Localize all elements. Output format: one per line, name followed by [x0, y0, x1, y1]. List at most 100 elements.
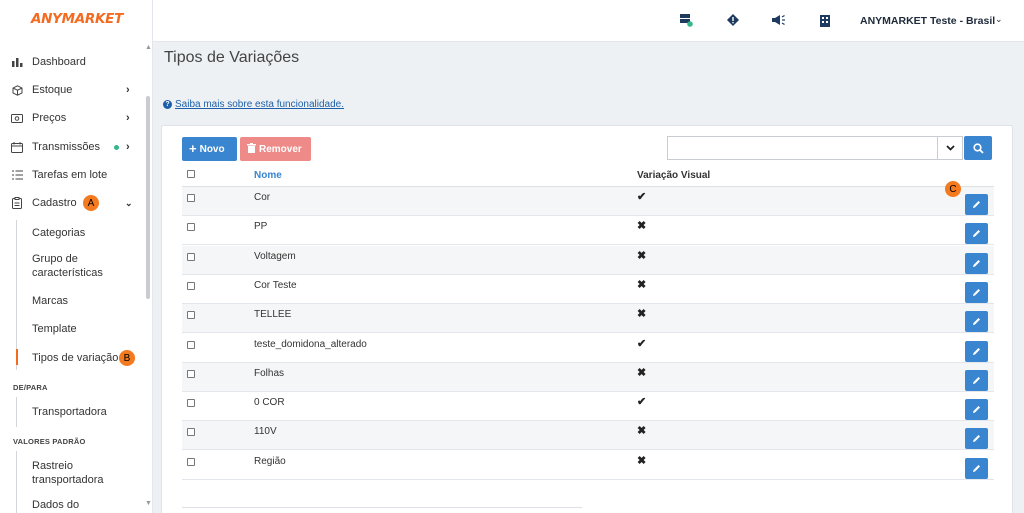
row-name: Voltagem	[254, 250, 296, 262]
sidebar-item-cadastro[interactable]: Cadastro ⌄	[0, 192, 146, 214]
row-checkbox[interactable]	[187, 311, 195, 320]
new-button-label: Novo	[199, 143, 225, 155]
row-name: 110V	[254, 426, 277, 438]
chevron-right-icon: ›	[126, 141, 130, 153]
pencil-icon	[973, 259, 980, 267]
edit-button[interactable]	[965, 428, 988, 450]
search-button[interactable]	[964, 136, 992, 160]
edit-button[interactable]	[965, 252, 988, 274]
row-checkbox[interactable]	[187, 281, 195, 290]
sidebar-item-label: Estoque	[32, 84, 73, 96]
sidebar-item-transmissoes[interactable]: Transmissões ›	[0, 136, 146, 158]
sidebar-subitem-dados-do[interactable]: Dados do	[32, 498, 79, 512]
brand-logo[interactable]: ANYMARKET	[31, 11, 123, 27]
edit-button[interactable]	[965, 369, 988, 391]
row-checkbox[interactable]	[187, 252, 195, 261]
cross-icon: ✖	[637, 308, 647, 321]
column-header-name[interactable]: Nome	[254, 170, 282, 181]
row-name: Folhas	[254, 367, 285, 379]
row-name: Cor	[254, 192, 271, 203]
cross-icon: ✖	[637, 220, 647, 233]
row-name: Cor Teste	[254, 279, 297, 291]
section-label-valores-padrao: VALORES PADRÃO	[13, 437, 86, 446]
edit-button[interactable]	[965, 223, 988, 245]
sidebar-subitem-tipos-variacao[interactable]: Tipos de variação	[32, 351, 118, 365]
alert-diamond-icon[interactable]	[725, 12, 741, 28]
row-name: 0 COR	[254, 397, 285, 409]
pencil-icon	[973, 347, 980, 355]
row-checkbox[interactable]	[187, 369, 195, 378]
table-header: Nome Variação Visual	[182, 167, 994, 187]
building-icon[interactable]	[817, 12, 833, 28]
chevron-right-icon: ›	[126, 84, 130, 96]
search-input[interactable]	[667, 136, 937, 160]
sidebar-item-label: Dashboard	[32, 56, 86, 68]
status-dot	[114, 144, 119, 150]
pencil-icon	[973, 318, 980, 326]
sidebar-subitem-categorias[interactable]: Categorias	[32, 226, 85, 240]
row-name: TELLEE	[254, 309, 292, 321]
table-row: Voltagem ✖	[182, 245, 994, 275]
sidebar-subitem-transportadora[interactable]: Transportadora	[32, 405, 107, 419]
table-row: Cor Teste ✖	[182, 275, 994, 304]
check-icon: ✔	[637, 337, 647, 350]
remove-button[interactable]: Remover	[240, 137, 311, 161]
search-icon	[972, 142, 984, 154]
sidebar-subitem-grupo-caracteristicas[interactable]: Grupo de características	[32, 252, 122, 280]
new-button[interactable]: + Novo	[182, 137, 237, 161]
sidebar-scrollbar[interactable]	[146, 96, 150, 299]
edit-button[interactable]	[965, 311, 988, 333]
table-row: teste_domidona_alterado ✔	[182, 334, 994, 363]
edit-button[interactable]	[965, 281, 988, 303]
edit-button[interactable]	[965, 340, 988, 362]
server-status-icon[interactable]	[678, 12, 694, 28]
scroll-up-icon[interactable]: ▲	[145, 44, 152, 51]
submenu-guide-line	[16, 451, 17, 513]
row-checkbox[interactable]	[187, 223, 195, 232]
user-account-menu[interactable]: ANYMARKET Teste - Brasil	[860, 15, 995, 27]
scroll-down-icon[interactable]: ▼	[145, 500, 152, 507]
select-all-checkbox[interactable]	[187, 170, 195, 178]
clipboard-icon	[11, 197, 23, 209]
search-filter-dropdown[interactable]	[937, 136, 963, 160]
table-row: 110V ✖	[182, 421, 994, 451]
annotation-badge-c: C	[945, 181, 961, 197]
list-icon	[11, 169, 23, 181]
sidebar-item-tarefas[interactable]: Tarefas em lote	[0, 164, 146, 186]
sidebar-item-label: Transmissões	[32, 141, 101, 153]
pencil-icon	[973, 464, 980, 472]
row-checkbox[interactable]	[187, 457, 195, 466]
pencil-icon	[973, 201, 980, 208]
cross-icon: ✖	[637, 278, 647, 291]
sidebar-item-label: Preços	[32, 112, 67, 124]
sidebar-subitem-marcas[interactable]: Marcas	[32, 294, 68, 308]
row-checkbox[interactable]	[187, 340, 195, 349]
cross-icon: ✖	[637, 366, 647, 379]
money-icon	[11, 112, 23, 124]
remove-button-label: Remover	[259, 143, 302, 155]
sidebar-subitem-rastreio-transportadora[interactable]: Rastreio transportadora	[32, 459, 112, 487]
question-circle-icon: ?	[163, 100, 172, 109]
sidebar-subitem-template[interactable]: Template	[32, 322, 77, 336]
help-link[interactable]: ? Saiba mais sobre esta funcionalidade.	[163, 99, 344, 110]
help-link-text[interactable]: Saiba mais sobre esta funcionalidade.	[175, 99, 344, 110]
row-checkbox[interactable]	[187, 399, 195, 408]
sidebar-item-estoque[interactable]: Estoque ›	[0, 79, 146, 101]
sidebar-item-precos[interactable]: Preços ›	[0, 107, 146, 129]
check-icon: ✔	[637, 396, 647, 409]
table-row: Folhas ✖	[182, 362, 994, 392]
plus-icon: +	[189, 141, 197, 156]
sidebar-item-dashboard[interactable]: Dashboard	[0, 51, 146, 73]
active-indicator	[16, 349, 18, 365]
edit-button[interactable]	[965, 457, 988, 479]
edit-button[interactable]	[965, 194, 988, 215]
row-checkbox[interactable]	[187, 428, 195, 437]
row-checkbox[interactable]	[187, 194, 195, 202]
box-icon	[11, 84, 23, 96]
sidebar: ANYMARKET ▲ ▼ Dashboard Estoque › Preços…	[0, 0, 153, 513]
edit-button[interactable]	[965, 399, 988, 421]
pencil-icon	[973, 406, 980, 414]
table-row: PP ✖	[182, 216, 994, 246]
chevron-down-icon[interactable]: ⌄	[995, 14, 1003, 25]
megaphone-icon[interactable]	[770, 12, 786, 28]
